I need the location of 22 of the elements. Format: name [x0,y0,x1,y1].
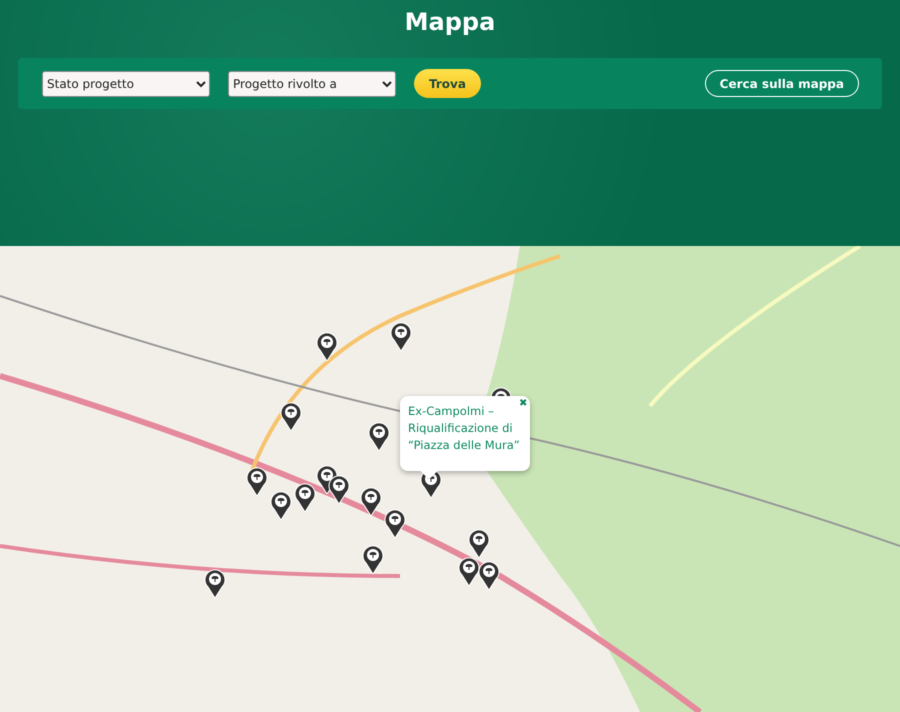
map-marker-icon[interactable] [362,544,384,574]
dropdown-select[interactable]: Progetto rivolto a [228,70,396,96]
map-marker-icon[interactable] [384,508,406,538]
map-marker-icon[interactable] [280,401,302,431]
map-marker-icon[interactable] [458,556,480,586]
map-marker-icon[interactable] [204,568,226,598]
dropdown-select[interactable]: Stato progetto [42,70,210,96]
map-marker-icon[interactable] [246,466,268,496]
map-marker-icon[interactable] [468,528,490,558]
map-marker-icon[interactable] [390,321,412,351]
map-search-button[interactable]: Cerca sulla mappa [704,70,859,97]
map-marker-icon[interactable] [328,474,350,504]
close-button[interactable]: ✖ [519,397,527,409]
page-title: Mappa [404,8,496,36]
find-button[interactable]: Trova [414,69,481,98]
map-marker-icon[interactable] [478,560,500,590]
map-marker-icon[interactable] [368,421,390,451]
map-marker-icon[interactable] [294,482,316,512]
popup-title: Ex-Campolmi – Riqualificazione di “Piazza delle Mura” [408,403,520,454]
map-marker-icon[interactable] [270,490,292,520]
map-marker-icon[interactable] [360,486,382,516]
map-marker-icon[interactable] [316,331,338,361]
